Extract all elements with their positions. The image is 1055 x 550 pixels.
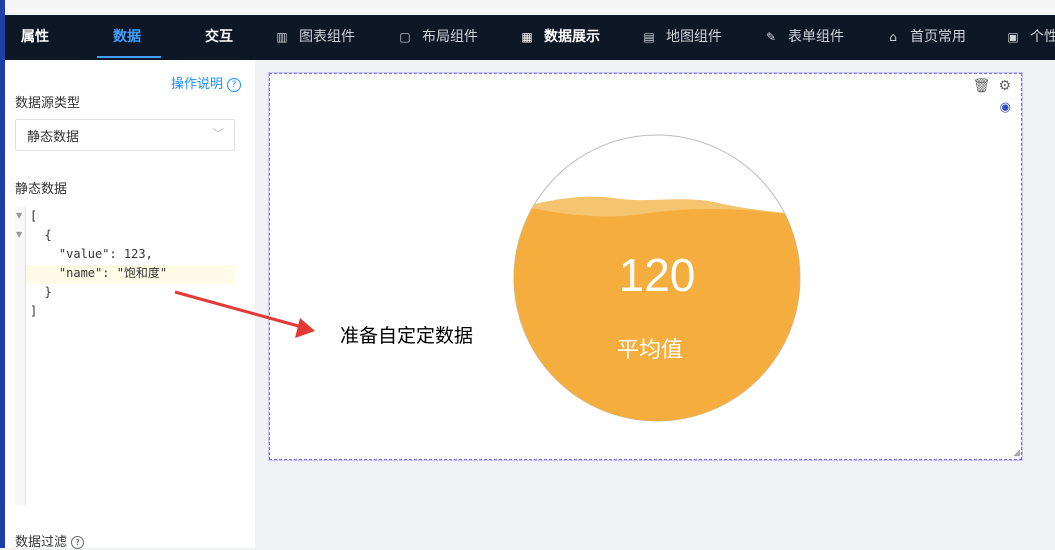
annotation-text: 准备自定定数据 (340, 325, 474, 347)
annotation-arrow (174, 290, 303, 329)
annotation-overlay (174, 290, 315, 338)
annotation-arrowhead (295, 318, 315, 338)
